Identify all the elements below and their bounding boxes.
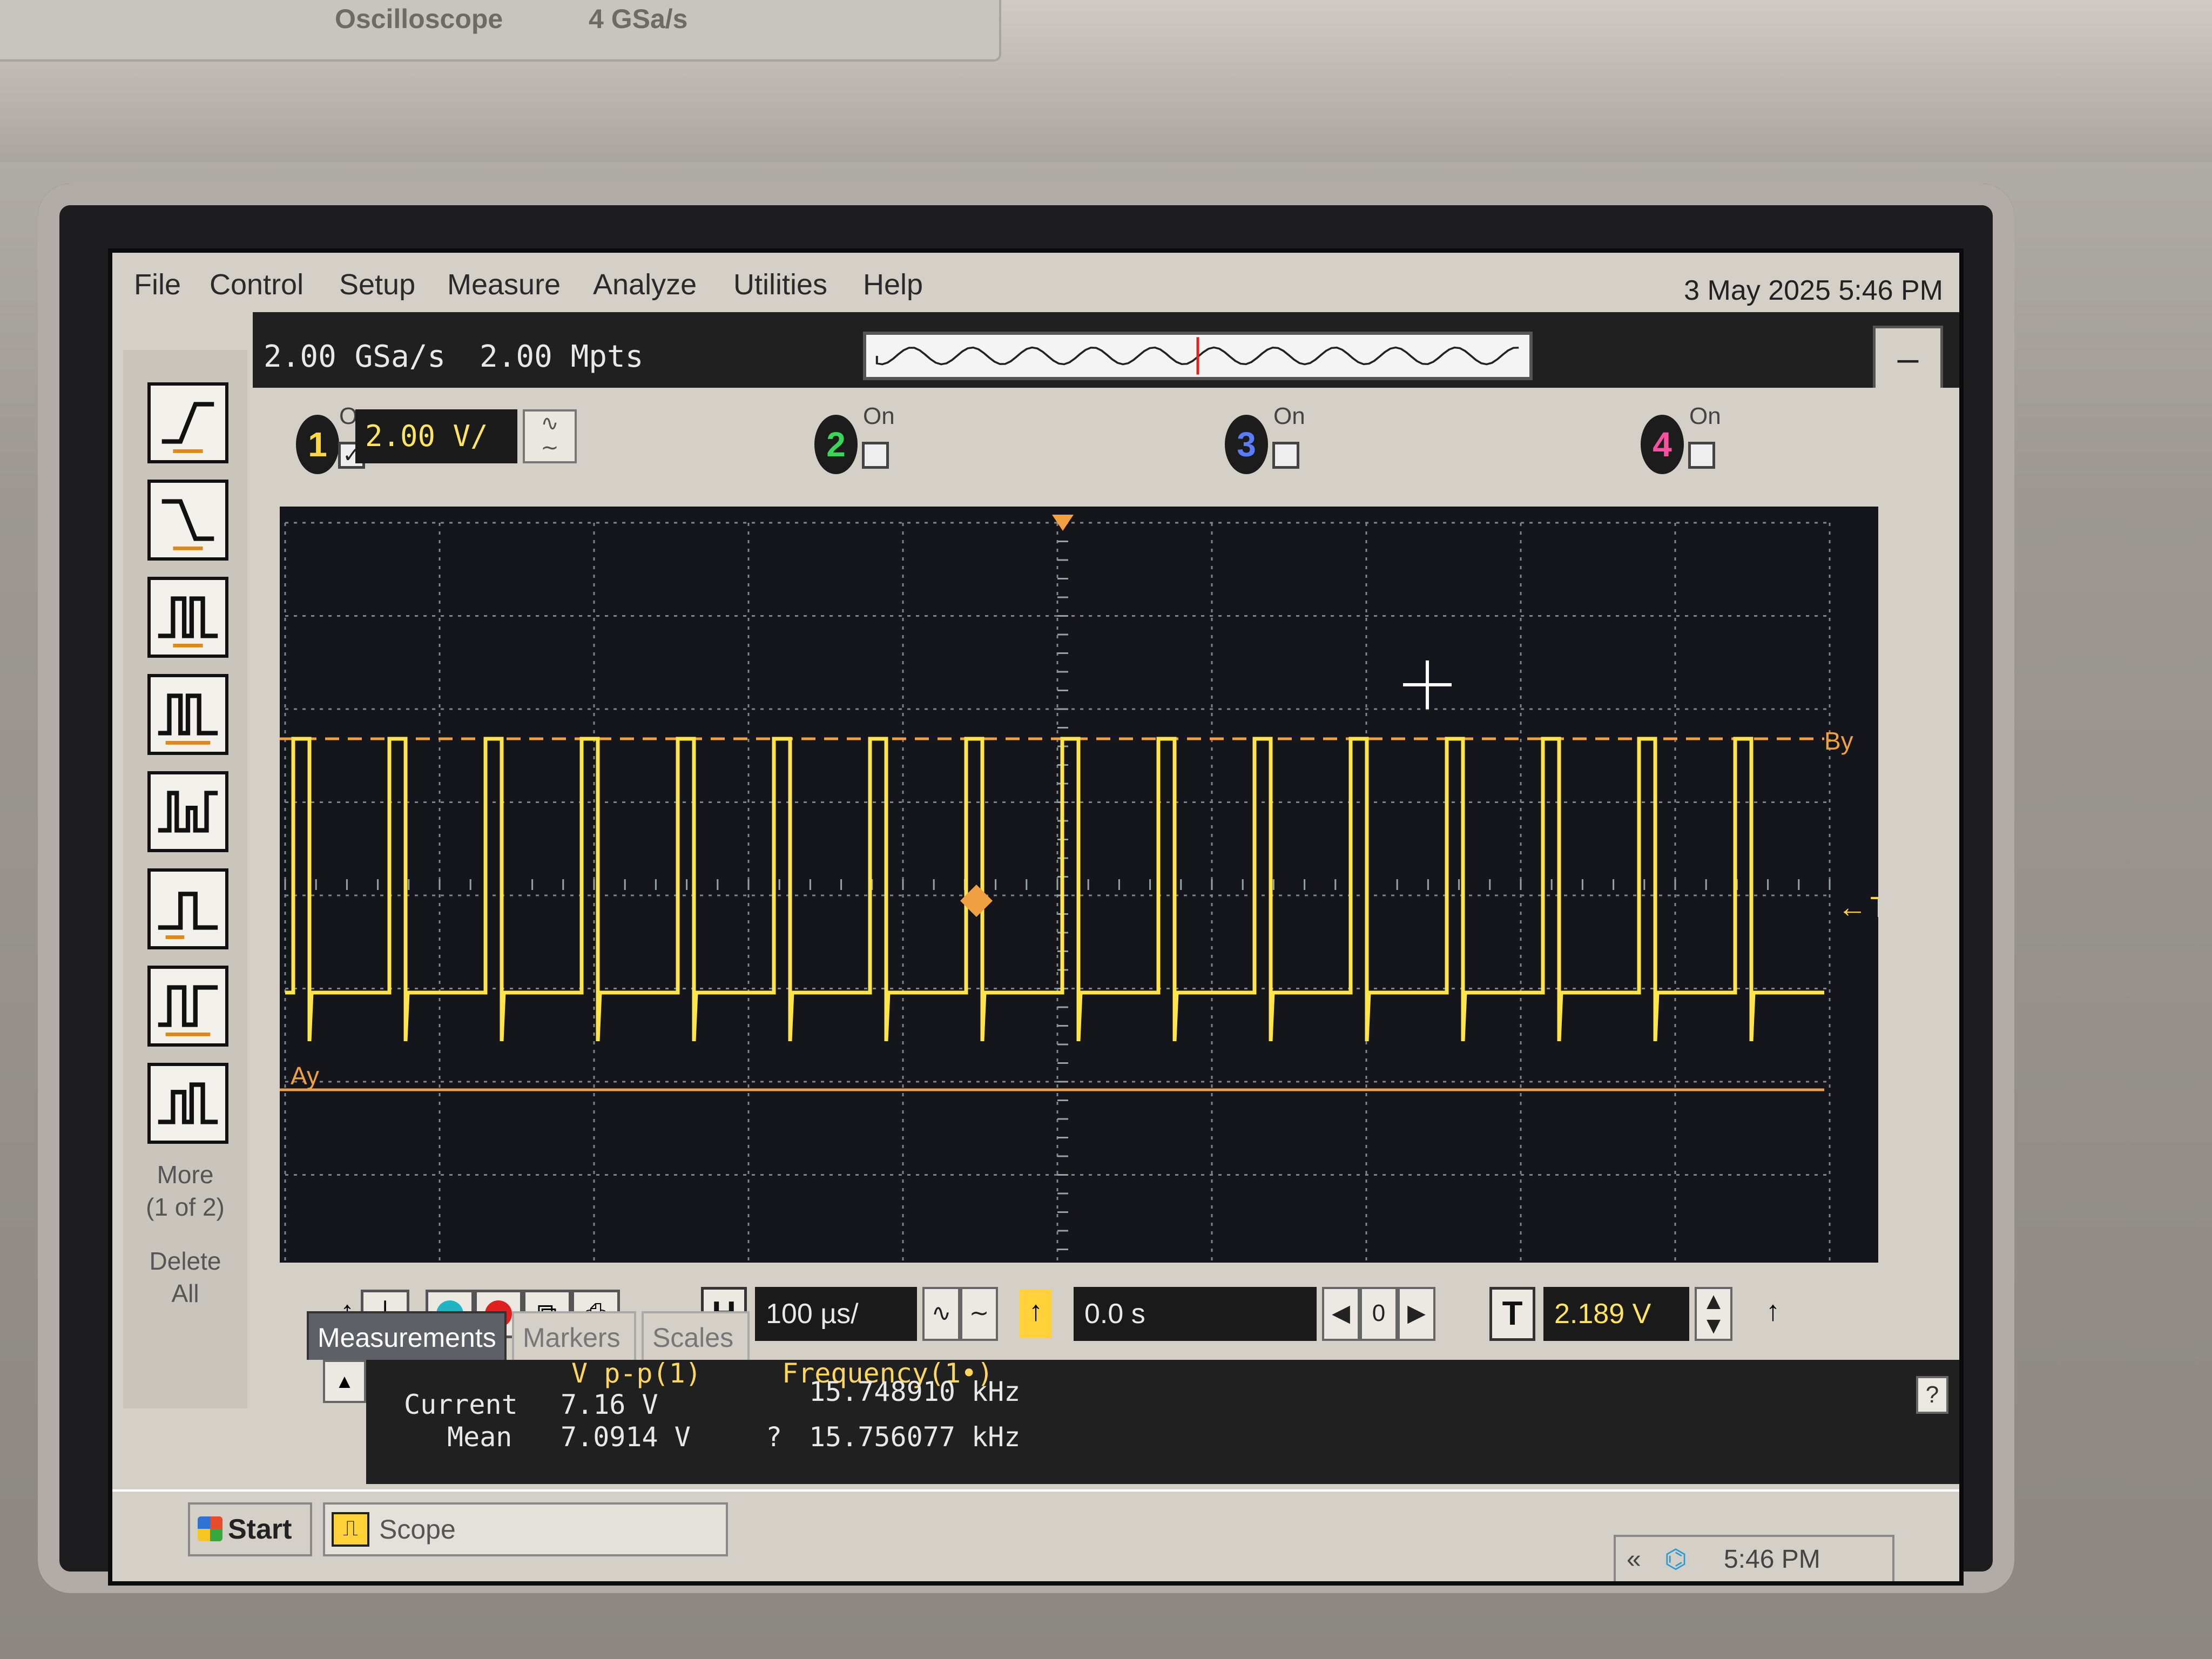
trigger-label: T xyxy=(1489,1287,1535,1341)
trigger-level-stepper-icon[interactable]: ▲ ▼ xyxy=(1695,1287,1732,1341)
pulse-width-trigger-icon[interactable] xyxy=(147,577,228,658)
menu-setup[interactable]: Setup xyxy=(339,268,415,301)
timeout-trigger-icon[interactable] xyxy=(147,966,228,1047)
trigger-level-label[interactable]: ← xyxy=(1838,891,1867,923)
brand-name: Oscilloscope xyxy=(335,4,503,34)
sample-rate: 2.00 GSa/s xyxy=(264,339,446,374)
delete-label[interactable]: Delete xyxy=(123,1246,247,1276)
menu-file[interactable]: File xyxy=(134,268,181,301)
measurements-scroll-up-icon[interactable]: ▲ xyxy=(323,1360,366,1403)
system-tray: « ⌬ 5:46 PM xyxy=(1614,1535,1894,1581)
control-bar: ↑ ⏚ ⧉ ⎙ H 100 µs/ ∿ ∼ ↑ 0.0 s ◀ 0 ▶ T 2.… xyxy=(253,1263,1959,1376)
measurements-help-button[interactable]: ? xyxy=(1916,1376,1948,1414)
current-label: Current xyxy=(404,1389,518,1420)
timebase-stepper-icon-2[interactable]: ∼ xyxy=(960,1287,998,1341)
more-page-label: (1 of 2) xyxy=(146,1193,225,1221)
pattern-trigger-icon[interactable] xyxy=(147,674,228,755)
brand-strip: Oscilloscope 4 GSa/s xyxy=(0,0,1001,62)
frequency-current-value: 15.748910 kHz xyxy=(809,1376,1021,1407)
start-button[interactable]: Start xyxy=(188,1502,312,1556)
acquisition-bar: 2.00 GSa/s 2.00 Mpts – xyxy=(253,312,1959,396)
menu-control[interactable]: Control xyxy=(210,268,304,301)
vpp-header: V p-p(1) xyxy=(571,1358,702,1389)
trigger-level-field[interactable]: 2.189 V xyxy=(1543,1287,1689,1341)
menu-bar: File Control Setup Measure Analyze Utili… xyxy=(112,253,1959,312)
mean-label: Mean xyxy=(447,1421,512,1453)
graticule xyxy=(284,522,1831,1269)
scope-app-icon: ⎍ xyxy=(332,1512,369,1547)
channel-3-on-checkbox[interactable] xyxy=(1272,442,1299,469)
trigger-mode-toolbox: More (1 of 2) Delete All xyxy=(123,350,247,1408)
delay-left-arrow-icon[interactable]: ◀ xyxy=(1322,1287,1360,1341)
channel-4-badge[interactable]: 4 xyxy=(1641,415,1684,474)
tab-measurements[interactable]: Measurements xyxy=(307,1311,507,1360)
delete-all-label: All xyxy=(171,1279,199,1307)
falling-edge-trigger-icon[interactable] xyxy=(147,480,228,561)
waveform-overview[interactable] xyxy=(863,332,1533,380)
memory-depth: 2.00 Mpts xyxy=(480,339,644,374)
trigger-reference-icon[interactable]: ↑ xyxy=(1020,1290,1052,1338)
channel-bar: 1 On ✓ 2.00 V/ ∿∼ 2 On 3 On 4 On xyxy=(253,388,1959,490)
channel-4-on-checkbox[interactable] xyxy=(1688,442,1715,469)
tab-markers[interactable]: Markers xyxy=(512,1311,636,1360)
channel-2-on-label: On xyxy=(863,403,895,429)
taskbar: Start ⎍ Scope « ⌬ 5:46 PM xyxy=(112,1489,1959,1581)
brand-rate: 4 GSa/s xyxy=(589,4,688,34)
date-time: 3 May 2025 5:46 PM xyxy=(1684,275,1943,306)
timebase-stepper-icon[interactable]: ∿ xyxy=(922,1287,960,1341)
windows-flag-icon xyxy=(198,1516,222,1541)
channel-2-on-checkbox[interactable] xyxy=(862,442,889,469)
menu-utilities[interactable]: Utilities xyxy=(733,268,827,301)
tab-scales[interactable]: Scales xyxy=(642,1311,750,1360)
delay-right-arrow-icon[interactable]: ▶ xyxy=(1398,1287,1435,1341)
channel-1-trace xyxy=(285,737,1824,1042)
channel-1-scale-stepper[interactable]: ∿ ∼ xyxy=(523,409,577,463)
runt-trigger-icon[interactable] xyxy=(147,771,228,852)
glitch-trigger-icon[interactable] xyxy=(147,868,228,949)
scope-app-label: Scope xyxy=(379,1514,456,1545)
frequency-mean-value: 15.756077 kHz xyxy=(809,1421,1021,1453)
measurements-panel: V p-p(1) Frequency(1•) Current Mean 7.16… xyxy=(366,1358,1959,1484)
channel-3-badge[interactable]: 3 xyxy=(1225,415,1268,474)
more-label[interactable]: More xyxy=(123,1160,247,1189)
taskbar-scope-app[interactable]: ⎍ Scope xyxy=(323,1502,728,1556)
scope-screen: File Control Setup Measure Analyze Utili… xyxy=(108,248,1964,1586)
frequency-mean-prefix: ? xyxy=(766,1421,783,1453)
vpp-mean-value: 7.0914 V xyxy=(561,1421,691,1453)
channel-1-scale-field[interactable]: 2.00 V/ xyxy=(355,409,517,463)
menu-analyze[interactable]: Analyze xyxy=(593,268,697,301)
channel-4-on-label: On xyxy=(1689,403,1721,429)
start-label: Start xyxy=(228,1514,292,1545)
waveform-display[interactable]: By Ay ← T xyxy=(280,507,1878,1284)
timebase-scale-field[interactable]: 100 µs/ xyxy=(755,1287,917,1341)
channel-1-badge[interactable]: 1 xyxy=(296,415,339,474)
menu-measure[interactable]: Measure xyxy=(447,268,561,301)
tray-clock: 5:46 PM xyxy=(1724,1545,1820,1574)
tray-expand-icon[interactable]: « xyxy=(1627,1537,1641,1581)
tray-network-icon[interactable]: ⌬ xyxy=(1664,1537,1687,1581)
trigger-level-marker: T xyxy=(1870,891,1878,923)
marker-a-label: Ay xyxy=(291,1062,319,1090)
setup-hold-trigger-icon[interactable] xyxy=(147,1063,228,1144)
scope-bezel-top: Oscilloscope 4 GSa/s xyxy=(0,0,2212,162)
crosshair-cursor-icon xyxy=(1403,660,1452,709)
horizontal-delay-field[interactable]: 0.0 s xyxy=(1074,1287,1317,1341)
delay-zero-button[interactable]: 0 xyxy=(1360,1287,1398,1341)
menu-help[interactable]: Help xyxy=(863,268,923,301)
channel-3-on-label: On xyxy=(1273,403,1305,429)
channel-2-badge[interactable]: 2 xyxy=(814,415,858,474)
marker-b-label: By xyxy=(1824,727,1853,755)
rising-edge-trigger-icon[interactable] xyxy=(147,382,228,463)
vpp-current-value: 7.16 V xyxy=(561,1389,658,1420)
minimize-button[interactable]: – xyxy=(1873,326,1943,396)
trigger-slope-icon[interactable]: ↑ xyxy=(1749,1290,1797,1338)
